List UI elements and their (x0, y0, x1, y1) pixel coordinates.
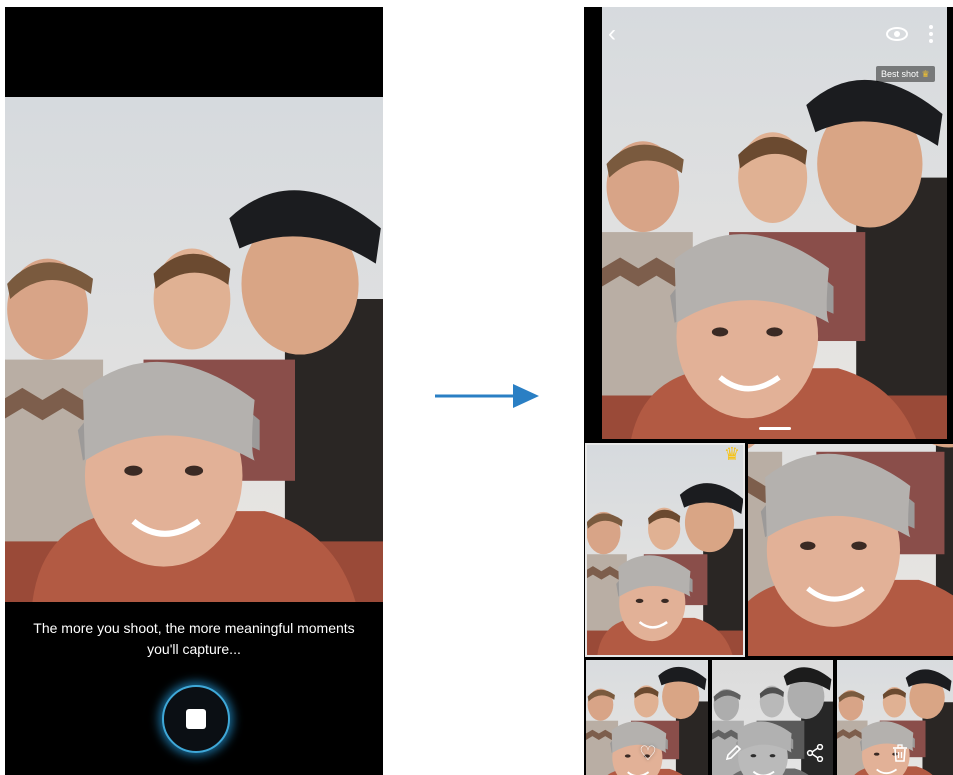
best-shot-label: Best shot (881, 69, 919, 79)
share-icon[interactable] (806, 743, 824, 766)
capture-screen: The more you shoot, the more meaningful … (5, 7, 383, 775)
heart-icon[interactable]: ♡ (639, 744, 657, 764)
shooting-hint-line1: The more you shoot, the more meaningful … (33, 620, 355, 636)
thumbnail-best-shot[interactable]: ♛ (585, 443, 745, 657)
more-options-icon[interactable] (928, 25, 934, 48)
eye-icon[interactable] (886, 27, 908, 46)
transition-arrow-icon (435, 384, 539, 408)
best-shot-screen: ‹ Best shot ♛ ♛ ♡ (584, 7, 953, 775)
stop-recording-button[interactable] (162, 685, 230, 753)
stop-icon (186, 709, 206, 729)
crown-icon: ♛ (723, 444, 740, 464)
camera-preview (5, 97, 383, 602)
shooting-hint-line2: you'll capture... (147, 641, 241, 657)
pencil-icon[interactable] (724, 744, 742, 766)
thumbnail-closeup[interactable] (748, 444, 953, 656)
best-shot-badge: Best shot ♛ (876, 66, 935, 82)
page-indicator (759, 427, 791, 430)
crown-icon: ♛ (921, 69, 930, 79)
back-icon[interactable]: ‹ (608, 22, 616, 46)
trash-icon[interactable] (891, 744, 909, 767)
shooting-hint: The more you shoot, the more meaningful … (5, 618, 383, 660)
